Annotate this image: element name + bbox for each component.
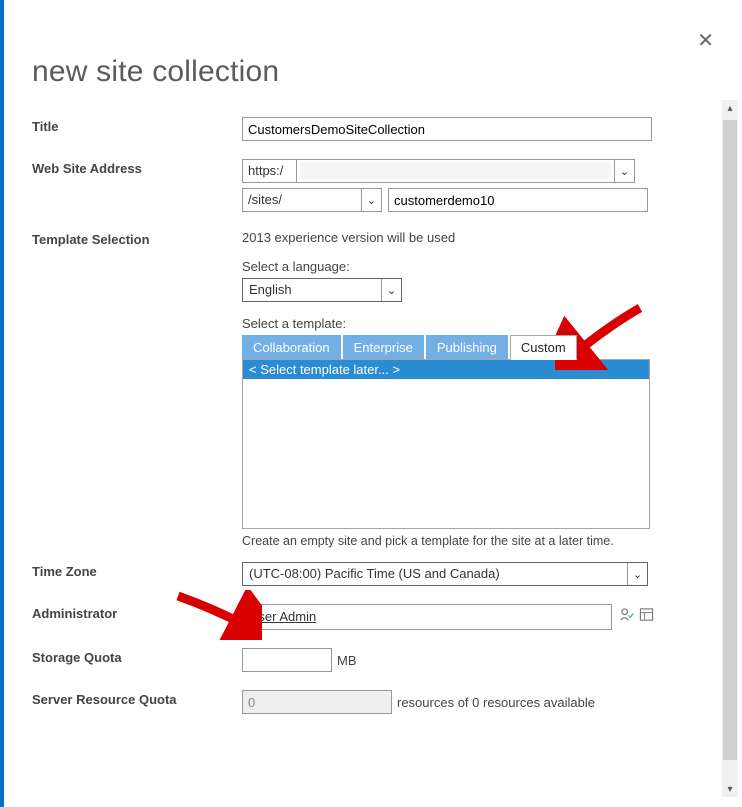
scroll-down-icon[interactable]: ▾: [722, 781, 738, 797]
row-storage-quota: Storage Quota MB: [32, 648, 714, 672]
label-template: Template Selection: [32, 230, 242, 247]
administrator-input[interactable]: User Admin: [242, 604, 612, 630]
timezone-select[interactable]: (UTC-08:00) Pacific Time (US and Canada)…: [242, 562, 648, 586]
template-option-select-later[interactable]: < Select template later... >: [243, 360, 649, 379]
label-address: Web Site Address: [32, 159, 242, 176]
storage-unit: MB: [337, 653, 357, 668]
row-administrator: Administrator User Admin: [32, 604, 714, 630]
server-resource-quota-suffix: resources of 0 resources available: [397, 695, 595, 710]
language-label: Select a language:: [242, 259, 714, 274]
chevron-down-icon[interactable]: ⌄: [627, 563, 647, 585]
server-resource-quota-input[interactable]: [242, 690, 392, 714]
address-path-prefix-select[interactable]: /sites/ ⌄: [242, 188, 382, 212]
chevron-down-icon[interactable]: ⌄: [381, 279, 401, 301]
check-names-icon[interactable]: [618, 606, 634, 622]
language-select[interactable]: English ⌄: [242, 278, 402, 302]
scroll-up-icon[interactable]: ▴: [722, 100, 738, 116]
scrollbar[interactable]: ▴ ▾: [722, 100, 738, 797]
label-storage-quota: Storage Quota: [32, 648, 242, 665]
chevron-down-icon[interactable]: ⌄: [361, 189, 381, 211]
administrator-name: User Admin: [249, 609, 316, 624]
row-template: Template Selection 2013 experience versi…: [32, 230, 714, 548]
row-server-resource-quota: Server Resource Quota resources of 0 res…: [32, 690, 714, 714]
storage-quota-input[interactable]: [242, 648, 332, 672]
browse-people-icon[interactable]: [638, 606, 654, 622]
row-title: Title: [32, 117, 714, 141]
page-title: new site collection: [32, 55, 714, 89]
row-address: Web Site Address https:/ ⌄ /sites/ ⌄: [32, 159, 714, 212]
label-server-resource-quota: Server Resource Quota: [32, 690, 242, 707]
tab-publishing[interactable]: Publishing: [426, 335, 508, 360]
experience-version-text: 2013 experience version will be used: [242, 230, 714, 245]
language-value: English: [249, 282, 292, 297]
template-label: Select a template:: [242, 316, 714, 331]
title-input[interactable]: [242, 117, 652, 141]
address-domain-select[interactable]: ⌄: [297, 159, 635, 183]
tab-custom[interactable]: Custom: [510, 335, 577, 360]
close-icon[interactable]: ✕: [697, 28, 714, 53]
address-path-input[interactable]: [388, 188, 648, 212]
address-protocol: https:/: [242, 159, 297, 183]
template-listbox[interactable]: < Select template later... >: [242, 359, 650, 529]
dialog-content: new site collection Title Web Site Addre…: [32, 55, 714, 799]
timezone-value: (UTC-08:00) Pacific Time (US and Canada): [249, 566, 500, 581]
accent-bar: [0, 0, 4, 807]
template-help-text: Create an empty site and pick a template…: [242, 534, 714, 548]
address-path-prefix-value: /sites/: [248, 192, 282, 207]
label-administrator: Administrator: [32, 604, 242, 621]
address-domain-redacted: [301, 162, 610, 180]
label-timezone: Time Zone: [32, 562, 242, 579]
scrollbar-thumb[interactable]: [723, 120, 737, 760]
tab-collaboration[interactable]: Collaboration: [242, 335, 341, 360]
template-tabs: Collaboration Enterprise Publishing Cust…: [242, 335, 714, 360]
row-timezone: Time Zone (UTC-08:00) Pacific Time (US a…: [32, 562, 714, 586]
label-title: Title: [32, 117, 242, 134]
tab-enterprise[interactable]: Enterprise: [343, 335, 424, 360]
chevron-down-icon[interactable]: ⌄: [614, 160, 634, 182]
